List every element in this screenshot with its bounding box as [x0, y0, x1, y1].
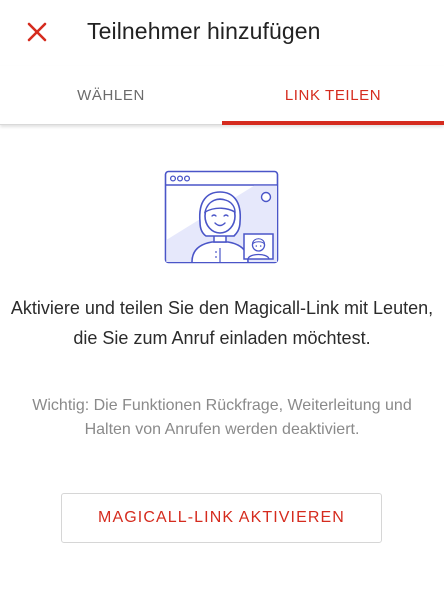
close-button[interactable]	[22, 17, 52, 47]
link-warning-note: Wichtig: Die Funktionen Rückfrage, Weite…	[32, 397, 412, 438]
close-icon	[27, 22, 47, 42]
tab-bar: WÄHLEN LINK TEILEN	[0, 66, 444, 125]
video-call-illustration-icon	[164, 170, 280, 266]
tab-waehlen[interactable]: WÄHLEN	[0, 66, 222, 124]
activate-magicall-link-button[interactable]: MAGICALL-LINK AKTIVIEREN	[61, 493, 382, 543]
tab-link-teilen[interactable]: LINK TEILEN	[222, 66, 444, 124]
link-description: Aktiviere und teilen Sie den Magicall-Li…	[10, 298, 434, 348]
active-tab-indicator	[222, 121, 444, 125]
dialog-title: Teilnehmer hinzufügen	[87, 18, 321, 44]
dialog-header: Teilnehmer hinzufügen	[0, 0, 444, 66]
activate-button-label: MAGICALL-LINK AKTIVIEREN	[98, 509, 345, 526]
